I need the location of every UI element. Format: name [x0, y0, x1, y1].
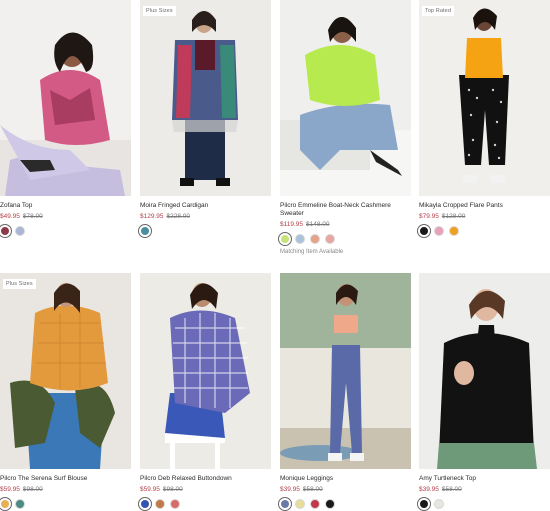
product-name[interactable]: Zofana Top [0, 202, 131, 210]
color-swatch[interactable] [15, 226, 25, 236]
color-swatch[interactable] [434, 499, 444, 509]
original-price: $58.00 [441, 486, 462, 493]
color-swatches [140, 226, 271, 236]
product-card[interactable]: Zofana Top $49.95 $78.00 [0, 0, 131, 236]
original-price: $148.00 [306, 221, 330, 228]
product-card[interactable]: Pilcro Deb Relaxed Buttondown $59.95 $98.… [140, 273, 271, 509]
product-image[interactable]: Top Rated [419, 0, 550, 196]
color-swatches [280, 499, 411, 509]
original-price: $78.00 [22, 213, 43, 220]
sale-price: $39.95 [280, 486, 300, 493]
color-swatch[interactable] [280, 234, 290, 244]
color-swatch[interactable] [295, 499, 305, 509]
color-swatch[interactable] [325, 499, 335, 509]
color-swatch[interactable] [295, 234, 305, 244]
sale-price: $59.95 [0, 486, 20, 493]
sale-price: $119.95 [280, 221, 304, 228]
product-card[interactable]: Plus Sizes Pilcro The Serena Surf Blouse… [0, 273, 131, 509]
product-card[interactable]: Top Rated Mikayla Cropped Flare Pants $7… [419, 0, 550, 236]
original-price: $98.00 [22, 486, 43, 493]
product-badge: Plus Sizes [143, 6, 176, 16]
product-name[interactable]: Moira Fringed Cardigan [140, 202, 271, 210]
color-swatch[interactable] [310, 499, 320, 509]
model-photo [437, 289, 537, 469]
product-price: $39.95 $58.00 [280, 486, 411, 494]
model-photo [0, 32, 131, 196]
product-price: $79.95 $128.00 [419, 213, 550, 221]
product-price: $59.95 $98.00 [140, 486, 271, 494]
original-price: $228.00 [166, 213, 191, 220]
original-price: $58.00 [302, 486, 323, 493]
sale-price: $59.95 [140, 486, 160, 493]
product-image[interactable] [419, 273, 550, 469]
product-card[interactable]: Monique Leggings $39.95 $58.00 [280, 273, 411, 509]
product-name[interactable]: Amy Turtleneck Top [419, 475, 550, 483]
product-name[interactable]: Mikayla Cropped Flare Pants [419, 202, 550, 210]
product-grid: Zofana Top $49.95 $78.00 Plus Sizes Moir… [0, 0, 550, 511]
product-badge: Top Rated [422, 6, 454, 16]
color-swatches [0, 499, 131, 509]
color-swatch[interactable] [434, 226, 444, 236]
original-price: $128.00 [441, 213, 466, 220]
matching-item-note: Matching Item Available [280, 249, 344, 255]
product-card[interactable]: Plus Sizes Moira Fringed Cardigan $129.9… [140, 0, 271, 236]
color-swatch[interactable] [449, 226, 459, 236]
model-photo [280, 273, 411, 469]
model-photo [172, 11, 238, 186]
color-swatch[interactable] [419, 499, 429, 509]
color-swatches [280, 234, 411, 244]
color-swatch[interactable] [155, 499, 165, 509]
product-image[interactable]: Plus Sizes [140, 0, 271, 196]
product-name[interactable]: Pilcro Deb Relaxed Buttondown [140, 475, 271, 483]
product-price: $59.95 $98.00 [0, 486, 131, 494]
color-swatches [419, 499, 550, 509]
sale-price: $49.95 [0, 213, 20, 220]
product-name[interactable]: Pilcro The Serena Surf Blouse [0, 475, 131, 483]
sale-price: $79.95 [419, 213, 439, 220]
color-swatch[interactable] [140, 226, 150, 236]
product-image[interactable] [280, 0, 411, 196]
product-price: $39.95 $58.00 [419, 486, 550, 494]
product-price: $119.95 $148.00 [280, 221, 411, 229]
color-swatch[interactable] [0, 226, 10, 236]
product-image[interactable]: Plus Sizes [0, 273, 131, 469]
model-photo [165, 283, 250, 469]
color-swatch[interactable] [310, 234, 320, 244]
product-card[interactable]: Amy Turtleneck Top $39.95 $58.00 [419, 273, 550, 509]
product-image[interactable] [140, 273, 271, 469]
color-swatch[interactable] [280, 499, 290, 509]
color-swatch[interactable] [170, 499, 180, 509]
color-swatch[interactable] [140, 499, 150, 509]
product-card[interactable]: Pilcro Emmeline Boat-Neck Cashmere Sweat… [280, 0, 411, 255]
product-badge: Plus Sizes [3, 279, 36, 289]
model-photo [280, 16, 411, 196]
color-swatches [0, 226, 131, 236]
model-photo [10, 283, 115, 469]
product-image[interactable] [280, 273, 411, 469]
model-photo [459, 8, 509, 183]
sale-price: $129.95 [140, 213, 164, 220]
product-price: $129.95 $228.00 [140, 213, 271, 221]
product-image[interactable] [0, 0, 131, 196]
color-swatch[interactable] [419, 226, 429, 236]
product-name[interactable]: Monique Leggings [280, 475, 411, 483]
color-swatch[interactable] [0, 499, 10, 509]
color-swatch[interactable] [15, 499, 25, 509]
sale-price: $39.95 [419, 486, 439, 493]
color-swatches [140, 499, 271, 509]
product-name[interactable]: Pilcro Emmeline Boat-Neck Cashmere Sweat… [280, 202, 411, 218]
product-price: $49.95 $78.00 [0, 213, 131, 221]
color-swatch[interactable] [325, 234, 335, 244]
original-price: $98.00 [162, 486, 183, 493]
color-swatches [419, 226, 550, 236]
